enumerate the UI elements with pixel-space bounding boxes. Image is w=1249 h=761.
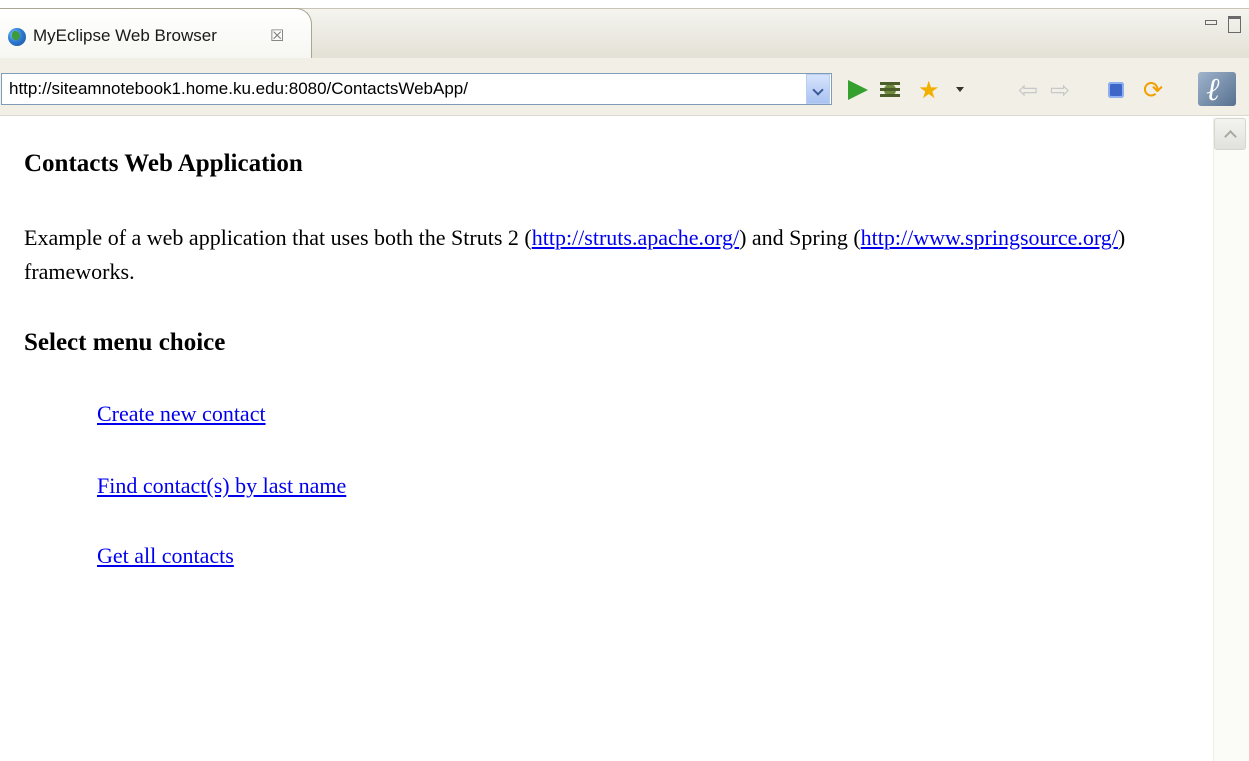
stop-icon[interactable] xyxy=(1108,82,1124,98)
chevron-down-icon[interactable] xyxy=(806,74,830,104)
refresh-icon[interactable]: ⟳ xyxy=(1143,78,1167,102)
tab-myeclipse-web-browser[interactable]: MyEclipse Web Browser ☒ xyxy=(0,8,312,58)
struts-link[interactable]: http://struts.apache.org/ xyxy=(532,225,739,250)
find-contacts-by-last-name-link[interactable]: Find contact(s) by last name xyxy=(97,472,346,500)
myeclipse-logo-icon[interactable] xyxy=(1198,70,1236,108)
back-icon[interactable]: ⇦ xyxy=(1018,78,1042,102)
menu-heading: Select menu choice xyxy=(24,329,226,356)
vertical-scrollbar[interactable] xyxy=(1213,117,1249,761)
spring-link[interactable]: http://www.springsource.org/ xyxy=(861,225,1118,250)
address-bar[interactable]: http://siteamnotebook1.home.ku.edu:8080/… xyxy=(1,73,832,105)
debug-icon[interactable] xyxy=(878,78,902,102)
maximize-icon[interactable] xyxy=(1228,16,1241,33)
intro-paragraph: Example of a web application that uses b… xyxy=(24,221,1194,289)
tab-title: MyEclipse Web Browser xyxy=(33,26,217,45)
add-favorite-icon[interactable]: ★ xyxy=(918,78,942,102)
intro-text-1: Example of a web application that uses b… xyxy=(24,225,532,250)
window-top-edge xyxy=(0,0,1249,8)
get-all-contacts-link[interactable]: Get all contacts xyxy=(97,542,234,570)
close-icon[interactable]: ☒ xyxy=(270,26,284,46)
globe-icon xyxy=(8,28,26,46)
minimize-icon[interactable] xyxy=(1205,20,1217,25)
intro-text-2: ) and Spring ( xyxy=(739,225,861,250)
favorite-dropdown-icon[interactable] xyxy=(956,87,964,92)
address-url: http://siteamnotebook1.home.ku.edu:8080/… xyxy=(9,79,468,98)
forward-icon[interactable]: ⇨ xyxy=(1050,78,1074,102)
page-title: Contacts Web Application xyxy=(24,150,303,177)
go-icon[interactable] xyxy=(848,80,868,100)
scroll-up-icon[interactable] xyxy=(1214,118,1246,150)
create-new-contact-link[interactable]: Create new contact xyxy=(97,400,266,428)
